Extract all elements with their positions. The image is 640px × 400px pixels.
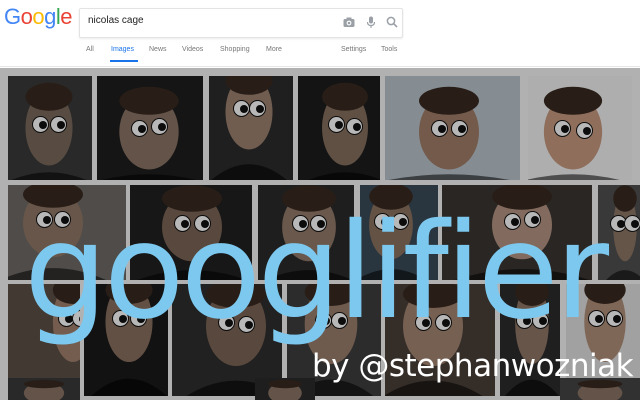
tab-settings[interactable]: Settings <box>341 46 366 53</box>
logo-letter: o <box>20 4 33 29</box>
header-divider <box>0 66 640 67</box>
search-box <box>79 8 403 38</box>
google-header: Google All Images News V <box>0 0 640 68</box>
tab-more[interactable]: More <box>266 46 282 53</box>
screenshot-page: Google All Images News V <box>0 0 640 400</box>
logo-letter: e <box>60 4 73 29</box>
tab-videos[interactable]: Videos <box>182 46 203 53</box>
search-tabs: All Images News Videos Shopping More Set… <box>86 46 626 66</box>
logo-letter: o <box>32 4 45 29</box>
camera-icon[interactable] <box>342 15 356 29</box>
tab-images[interactable]: Images <box>111 46 134 53</box>
google-logo[interactable]: Google <box>4 4 73 30</box>
search-input[interactable] <box>88 15 328 26</box>
logo-letter: g <box>44 4 56 29</box>
logo-letter: G <box>4 4 21 29</box>
overlay-title: googlifier <box>24 195 609 349</box>
active-tab-indicator <box>110 60 138 62</box>
search-icon[interactable] <box>385 15 399 29</box>
tab-news[interactable]: News <box>149 46 167 53</box>
tab-shopping[interactable]: Shopping <box>220 46 250 53</box>
overlay-byline: by @stephanwozniak <box>312 348 634 384</box>
microphone-icon[interactable] <box>364 15 378 29</box>
tab-tools[interactable]: Tools <box>381 46 397 53</box>
tab-all[interactable]: All <box>86 46 94 53</box>
